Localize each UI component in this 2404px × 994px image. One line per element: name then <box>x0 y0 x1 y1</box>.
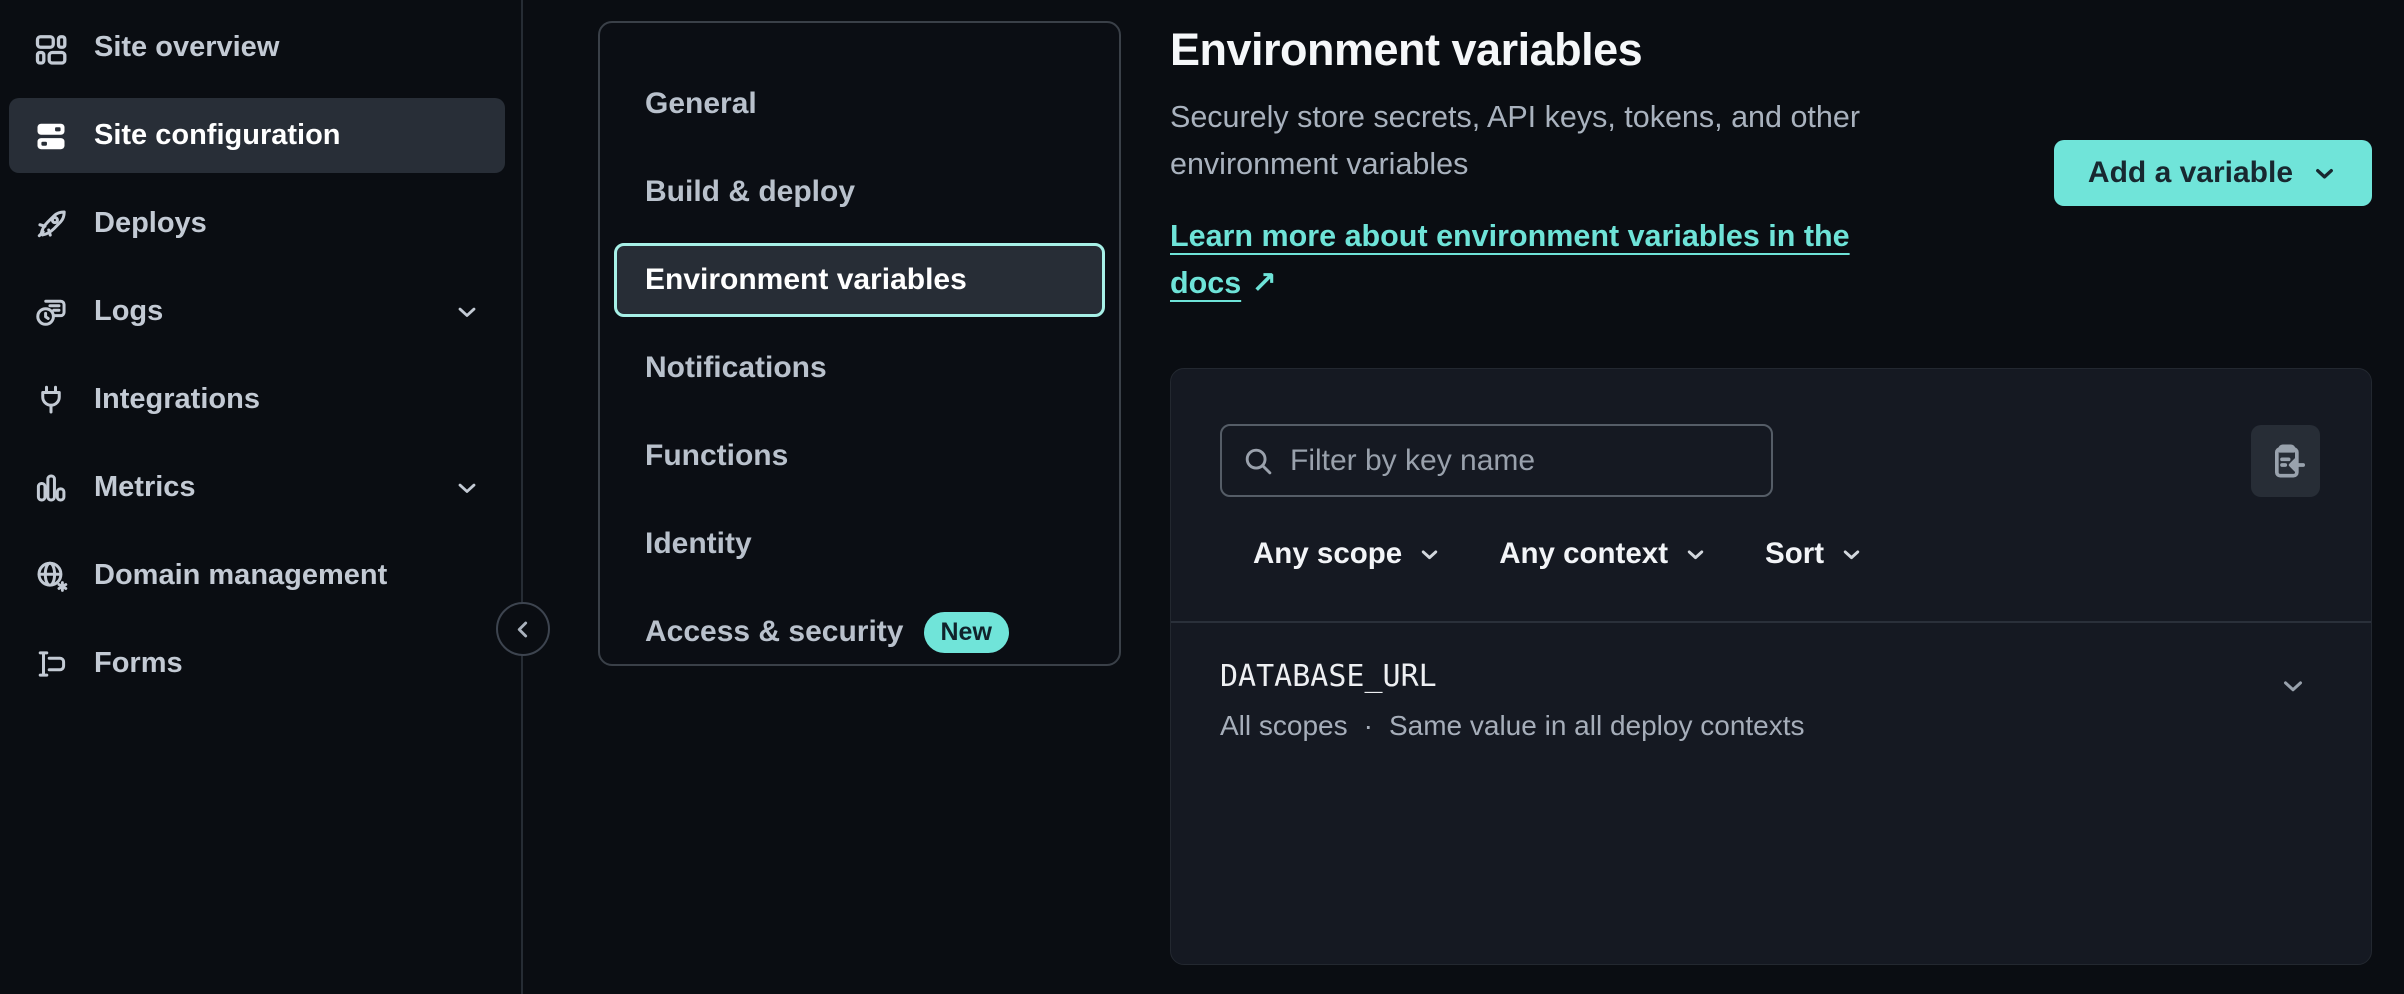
add-variable-button[interactable]: Add a variable <box>2054 140 2372 206</box>
site-configuration-nav: General Build & deploy Environment varia… <box>598 21 1121 666</box>
sidebar-item-label: Site overview <box>94 31 279 64</box>
server-icon <box>33 118 69 154</box>
sort-dropdown[interactable]: Sort <box>1765 537 1864 571</box>
page-title: Environment variables <box>1170 24 1928 76</box>
page-description: Securely store secrets, API keys, tokens… <box>1170 94 1928 188</box>
sidebar-item-integrations[interactable]: Integrations <box>9 362 505 437</box>
sidebar: Site overview Site configuration Deploys <box>0 0 523 994</box>
variable-key: DATABASE_URL <box>1220 659 2320 694</box>
sidebar-item-label: Deploys <box>94 207 207 240</box>
context-filter-label: Any context <box>1499 537 1668 571</box>
variable-scopes: All scopes <box>1220 710 1348 742</box>
variable-row-database-url[interactable]: DATABASE_URL All scopes · Same value in … <box>1220 623 2320 742</box>
scope-filter-dropdown[interactable]: Any scope <box>1253 537 1442 571</box>
rocket-icon <box>33 206 69 242</box>
collapse-sidebar-button[interactable] <box>496 602 550 656</box>
chevron-down-icon <box>1839 542 1864 567</box>
sidebar-item-site-overview[interactable]: Site overview <box>9 10 505 85</box>
variable-meta: All scopes · Same value in all deploy co… <box>1220 710 2320 742</box>
config-nav-label: Build & deploy <box>645 175 855 209</box>
external-link-arrow-icon: ↗ <box>1251 266 1277 300</box>
chevron-down-icon <box>453 298 481 326</box>
add-variable-label: Add a variable <box>2088 156 2293 190</box>
config-nav-environment-variables[interactable]: Environment variables <box>614 243 1105 317</box>
app-root: Site overview Site configuration Deploys <box>0 0 2404 994</box>
globe-icon <box>33 558 69 594</box>
scope-filter-label: Any scope <box>1253 537 1402 571</box>
page-header: Environment variables Securely store sec… <box>1170 24 1928 307</box>
chevron-down-icon <box>453 474 481 502</box>
sidebar-item-deploys[interactable]: Deploys <box>9 186 505 261</box>
config-nav-label: Access & security <box>645 615 904 649</box>
config-nav-label: Notifications <box>645 351 827 385</box>
chevron-down-icon <box>1417 542 1442 567</box>
plug-icon <box>33 382 69 418</box>
config-nav-label: Functions <box>645 439 788 473</box>
sidebar-item-label: Domain management <box>94 559 387 592</box>
chevron-down-icon[interactable] <box>2278 671 2308 701</box>
filter-row: Any scope Any context Sort <box>1253 533 2320 575</box>
search-wrap <box>1220 424 1773 497</box>
meta-separator: · <box>1364 710 1373 742</box>
chevron-down-icon <box>2311 160 2338 187</box>
sidebar-item-site-configuration[interactable]: Site configuration <box>9 98 505 173</box>
logs-clock-icon <box>33 294 69 330</box>
variable-contexts: Same value in all deploy contexts <box>1389 710 1805 742</box>
sidebar-item-label: Metrics <box>94 471 196 504</box>
sidebar-item-domain-management[interactable]: Domain management <box>9 538 505 613</box>
new-badge: New <box>924 612 1009 653</box>
config-nav-label: Environment variables <box>645 263 967 297</box>
chevron-down-icon <box>1683 542 1708 567</box>
context-filter-dropdown[interactable]: Any context <box>1499 537 1708 571</box>
config-nav-access-security[interactable]: Access & security New <box>614 595 1105 669</box>
sidebar-item-label: Integrations <box>94 383 260 416</box>
sidebar-item-metrics[interactable]: Metrics <box>9 450 505 525</box>
config-nav-label: General <box>645 87 757 121</box>
config-nav-general[interactable]: General <box>614 67 1105 141</box>
sidebar-item-forms[interactable]: Forms <box>9 626 505 701</box>
sidebar-item-label: Forms <box>94 647 183 680</box>
sidebar-item-label: Logs <box>94 295 163 328</box>
config-nav-identity[interactable]: Identity <box>614 507 1105 581</box>
docs-link[interactable]: Learn more about environment variables i… <box>1170 213 1928 307</box>
config-nav-label: Identity <box>645 527 752 561</box>
import-env-button[interactable] <box>2251 425 2320 497</box>
bar-chart-icon <box>33 470 69 506</box>
search-row <box>1220 424 2320 497</box>
config-nav-notifications[interactable]: Notifications <box>614 331 1105 405</box>
config-nav-functions[interactable]: Functions <box>614 419 1105 493</box>
sidebar-item-logs[interactable]: Logs <box>9 274 505 349</box>
chevron-left-icon <box>510 616 536 642</box>
grid-icon <box>33 30 69 66</box>
sidebar-item-label: Site configuration <box>94 119 341 152</box>
filter-key-name-input[interactable] <box>1220 424 1773 497</box>
sort-label: Sort <box>1765 537 1824 571</box>
config-nav-build-deploy[interactable]: Build & deploy <box>614 155 1105 229</box>
import-clipboard-icon <box>2266 441 2306 481</box>
input-field-icon <box>33 646 69 682</box>
environment-variables-panel: Any scope Any context Sort DATABASE_URL … <box>1170 368 2372 965</box>
